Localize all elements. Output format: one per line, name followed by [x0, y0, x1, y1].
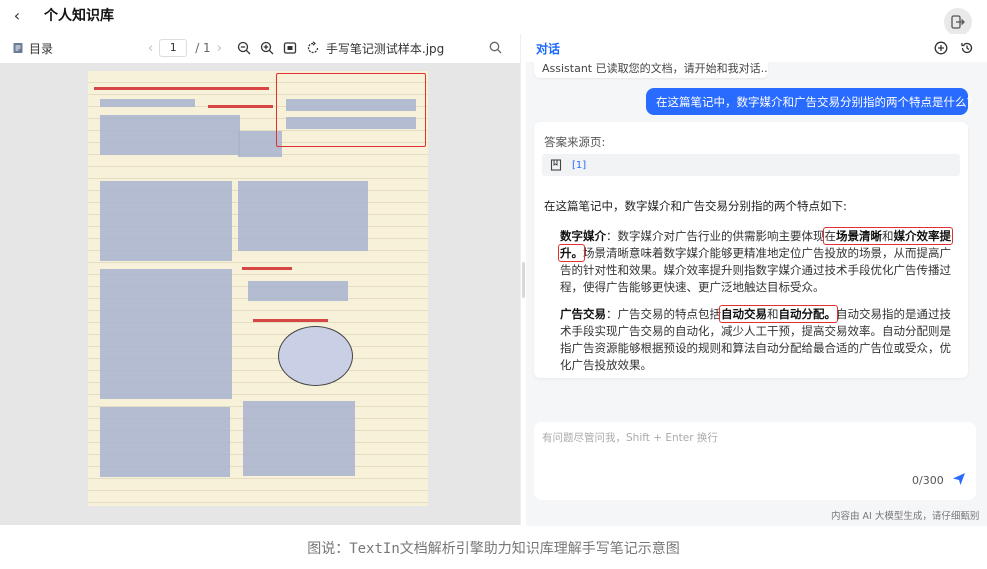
note-red-line: [242, 267, 292, 270]
answer-text: 和: [767, 307, 779, 321]
user-message: 在这篇笔记中，数字媒介和广告交易分别指的两个特点是什么?: [646, 88, 973, 115]
note-highlight: [243, 401, 355, 476]
page-icon: [550, 159, 562, 171]
resize-handle[interactable]: [522, 262, 525, 298]
rotate-icon[interactable]: [306, 41, 320, 55]
handwritten-note-image: [88, 71, 428, 506]
answer-paragraph-1: 数字媒介：数字媒介对广告行业的供需影响主要体现在场景清晰和媒介效率提升。场景清晰…: [558, 227, 960, 296]
next-page-icon[interactable]: ›: [217, 41, 222, 56]
app-window: ‹ 个人知识库 目录 ‹ 1 / 1 › 手写笔记测试样本.jpg Assist…: [0, 0, 987, 526]
chat-header: 对话: [526, 34, 987, 62]
prev-page-icon[interactable]: ‹: [148, 41, 153, 56]
top-bar: ‹ 个人知识库: [0, 0, 987, 30]
answer-text: ：数字媒介对广告行业的供需影响主要体现: [606, 229, 825, 243]
answer-intro: 在这篇笔记中，数字媒介和广告交易分别指的两个特点如下:: [544, 199, 847, 213]
viewer-toolbar: 目录 ‹ 1 / 1 › 手写笔记测试样本.jpg: [0, 34, 520, 62]
source-label: 答案来源页:: [544, 135, 606, 149]
document-viewer[interactable]: [0, 63, 520, 525]
zoom-out-icon[interactable]: [237, 41, 251, 55]
source-ref-link[interactable]: [1]: [572, 160, 586, 171]
keyword-auto-trade: 自动交易: [721, 307, 767, 321]
keyword-scene-clear: 场景清晰: [836, 229, 882, 243]
note-diagram-circle: [278, 326, 353, 386]
note-highlight: [248, 281, 348, 301]
figure-caption: 图说：TextIn文档解析引擎助力知识库理解手写笔记示意图: [307, 541, 680, 557]
new-chat-icon[interactable]: [934, 41, 948, 55]
chat-input[interactable]: 有问题尽管问我，Shift + Enter 换行 0/300: [534, 422, 976, 500]
exit-icon: [951, 15, 965, 29]
note-highlight: [286, 99, 416, 111]
chat-tab[interactable]: 对话: [536, 40, 560, 57]
chevron-left-icon[interactable]: ‹: [2, 6, 32, 25]
toc-label: 目录: [29, 41, 54, 56]
answer-text: 和: [882, 229, 894, 243]
file-name: 手写笔记测试样本.jpg: [325, 41, 445, 56]
document-icon: [13, 43, 23, 53]
answer-card: 答案来源页: [1] 在这篇笔记中，数字媒介和广告交易分别指的两个特点如下: 数…: [534, 122, 968, 378]
note-red-line: [253, 319, 328, 322]
source-ref-box[interactable]: [1]: [542, 154, 960, 176]
note-highlight: [100, 99, 195, 107]
note-highlight: [100, 269, 232, 399]
exit-button[interactable]: [944, 8, 972, 36]
input-placeholder: 有问题尽管问我，Shift + Enter 换行: [542, 432, 718, 444]
highlight-auto: 自动交易和自动分配。: [719, 305, 838, 323]
answer-text: 在: [824, 229, 837, 243]
page-total: / 1: [195, 41, 211, 55]
search-icon[interactable]: [489, 41, 502, 54]
char-counter: 0/300: [912, 474, 944, 487]
toc-button[interactable]: 目录: [12, 40, 142, 57]
answer-text: ：广告交易的特点包括: [606, 307, 721, 321]
term-digital-media: 数字媒介: [560, 229, 606, 243]
chat-panel: Assistant 已读取您的文档，请开始和我对话... 对话 在这篇笔记中，数…: [526, 34, 987, 526]
note-highlight: [238, 181, 368, 251]
ai-disclaimer: 内容由 AI 大模型生成，请仔细甄别: [831, 511, 980, 522]
page-input[interactable]: 1: [159, 39, 188, 57]
note-highlight: [100, 407, 230, 477]
note-red-line: [208, 105, 273, 108]
history-icon[interactable]: [960, 41, 974, 55]
note-highlight: [100, 115, 240, 155]
pager: ‹ 1 / 1 ›: [142, 39, 228, 57]
send-icon[interactable]: [952, 472, 966, 486]
answer-paragraph-2: 广告交易：广告交易的特点包括自动交易和自动分配。自动交易指的是通过技术手段实现广…: [560, 305, 960, 374]
term-ad-trading: 广告交易: [560, 307, 606, 321]
note-highlight: [286, 117, 416, 129]
page-title: 个人知识库: [44, 8, 114, 24]
answer-text: 场景清晰意味着数字媒介能够更精准地定位广告投放的场景，从而提高广告的针对性和效果…: [560, 246, 951, 294]
keyword-auto-allocate: 自动分配。: [778, 307, 837, 321]
note-highlight: [100, 181, 232, 261]
note-red-heading: [94, 87, 269, 90]
panel-divider: [520, 34, 521, 525]
zoom-in-icon[interactable]: [260, 41, 274, 55]
fit-icon[interactable]: [283, 41, 297, 55]
